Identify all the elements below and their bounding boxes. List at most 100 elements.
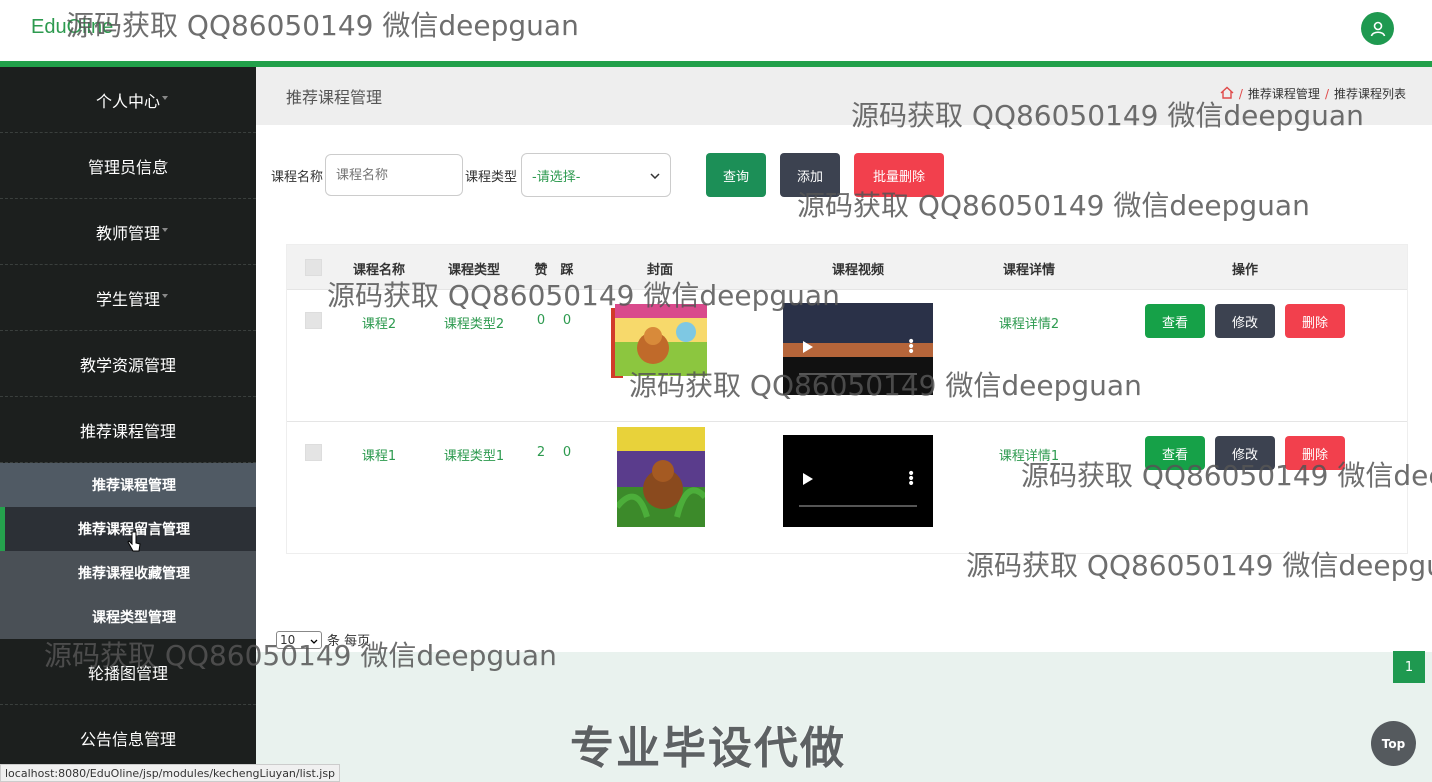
- submenu-item-label: 推荐课程管理: [92, 478, 176, 494]
- query-button[interactable]: 查询: [706, 153, 767, 197]
- breadcrumb-item[interactable]: 推荐课程管理: [1248, 85, 1320, 102]
- chevron-down-icon: [310, 633, 318, 647]
- select-all-checkbox[interactable]: [305, 259, 322, 276]
- column-header: 操作: [1231, 263, 1259, 278]
- submenu-item-course-management[interactable]: 推荐课程管理: [0, 463, 256, 507]
- breadcrumb-separator: /: [1238, 86, 1243, 101]
- video-progress-bar[interactable]: [799, 373, 917, 375]
- batch-delete-button[interactable]: 批量删除: [854, 153, 945, 197]
- delete-button[interactable]: 删除: [1285, 436, 1345, 470]
- page-header: 推荐课程管理 / 推荐课程管理 / 推荐课程列表: [256, 67, 1432, 125]
- sidebar-item-announcements[interactable]: 公告信息管理: [0, 705, 256, 771]
- more-options-icon[interactable]: • • •: [907, 335, 915, 359]
- main-content: 推荐课程管理 / 推荐课程管理 / 推荐课程列表 课程名称 课程类型 -请选择-…: [256, 67, 1432, 782]
- column-header: 课程视频: [831, 263, 885, 278]
- table-row: 课程1 课程类型1 2 0 • • • 课程详情1 查看 修改 删除: [287, 421, 1407, 553]
- chevron-down-icon: [162, 162, 168, 166]
- view-button[interactable]: 查看: [1145, 304, 1205, 338]
- submenu-item-label: 课程类型管理: [92, 610, 176, 626]
- column-header: 课程名称: [352, 263, 406, 278]
- play-icon[interactable]: [803, 473, 813, 485]
- page-size-select[interactable]: 10: [276, 630, 322, 649]
- row-checkbox[interactable]: [305, 444, 322, 461]
- sidebar-item-teachers[interactable]: 教师管理: [0, 199, 256, 265]
- column-header: 封面: [646, 263, 674, 278]
- course-name-cell: 课程2: [361, 317, 397, 332]
- content-panel: 课程名称 课程类型 -请选择- 查询 添加 批量删除 课程名称 课程类型 赞 踩…: [256, 125, 1432, 683]
- page-number-button[interactable]: 1: [1393, 651, 1425, 683]
- home-icon[interactable]: [1220, 86, 1234, 102]
- app-logo[interactable]: EduOline: [31, 16, 113, 39]
- sidebar-item-carousel[interactable]: 轮播图管理: [0, 639, 256, 705]
- row-checkbox[interactable]: [305, 312, 322, 329]
- course-detail-link[interactable]: 课程详情2: [999, 313, 1059, 332]
- more-options-icon[interactable]: • • •: [907, 467, 915, 491]
- sidebar-item-label: 公告信息管理: [79, 729, 176, 749]
- browser-status-url: localhost:8080/EduOline/jsp/modules/kech…: [0, 764, 341, 782]
- page-size-value: 10: [280, 632, 296, 647]
- sidebar-item-label: 教师管理: [95, 223, 160, 243]
- course-type-cell: 课程类型2: [443, 317, 505, 332]
- course-cover-image: [611, 302, 709, 388]
- table-header: 课程名称 课程类型 赞 踩 封面 课程视频 课程详情 操作: [287, 245, 1407, 289]
- course-table: 课程名称 课程类型 赞 踩 封面 课程视频 课程详情 操作 课程2 课程类型2 …: [286, 244, 1408, 554]
- sidebar-item-label: 个人中心: [95, 91, 160, 111]
- page-title: 推荐课程管理: [286, 88, 383, 107]
- sidebar-item-label: 教学资源管理: [79, 355, 176, 375]
- sidebar: 个人中心 管理员信息 教师管理 学生管理 教学资源管理 推荐课程管理 推荐课程管…: [0, 67, 256, 782]
- table-row: 课程2 课程类型2 0 0 • • • 课程详情2 查看 修改 删除: [287, 289, 1407, 421]
- promo-banner-text: 专业毕设代做: [570, 723, 846, 774]
- course-type-select[interactable]: -请选择-: [521, 153, 672, 197]
- edit-button[interactable]: 修改: [1215, 436, 1275, 470]
- per-page-label: 条 每页: [327, 634, 371, 649]
- chevron-down-icon: [162, 294, 168, 298]
- view-button[interactable]: 查看: [1145, 436, 1205, 470]
- course-cover-image: [614, 427, 708, 531]
- chevron-down-icon: [162, 96, 168, 100]
- pagination-size: 10 条 每页: [276, 630, 370, 649]
- column-header: 踩: [560, 263, 574, 278]
- user-avatar-icon[interactable]: [1361, 12, 1394, 45]
- play-icon[interactable]: [803, 341, 813, 353]
- back-to-top-button[interactable]: Top: [1371, 721, 1416, 766]
- delete-button[interactable]: 删除: [1285, 304, 1345, 338]
- submenu-item-course-types[interactable]: 课程类型管理: [0, 595, 256, 639]
- video-progress-bar[interactable]: [799, 505, 917, 507]
- column-header: 赞: [534, 263, 548, 278]
- column-header: 课程类型: [447, 263, 501, 278]
- course-detail-link[interactable]: 课程详情1: [999, 445, 1059, 464]
- sidebar-item-label: 管理员信息: [87, 157, 168, 177]
- sidebar-item-label: 轮播图管理: [87, 663, 168, 683]
- mouse-pointer-icon: [127, 531, 141, 558]
- course-type-label: 课程类型: [465, 169, 518, 185]
- chevron-down-icon: [650, 168, 660, 183]
- sidebar-item-students[interactable]: 学生管理: [0, 265, 256, 331]
- add-button[interactable]: 添加: [780, 153, 841, 197]
- sidebar-item-recommended-courses[interactable]: 推荐课程管理: [0, 397, 256, 463]
- likes-cell: 0: [536, 313, 546, 328]
- course-video-player[interactable]: • • •: [783, 435, 933, 527]
- course-type-selected-value: -请选择-: [532, 169, 581, 185]
- sidebar-item-personal-center[interactable]: 个人中心: [0, 67, 256, 133]
- course-type-cell: 课程类型1: [443, 449, 505, 464]
- sidebar-item-label: 学生管理: [95, 289, 160, 309]
- course-name-input[interactable]: [325, 154, 464, 196]
- edit-button[interactable]: 修改: [1215, 304, 1275, 338]
- chevron-down-icon: [162, 228, 168, 232]
- course-video-player[interactable]: • • •: [783, 303, 933, 395]
- course-name-cell: 课程1: [361, 449, 397, 464]
- sidebar-item-teaching-resources[interactable]: 教学资源管理: [0, 331, 256, 397]
- breadcrumb-item-current: 推荐课程列表: [1333, 87, 1406, 101]
- top-navbar: EduOline: [0, 0, 1432, 61]
- breadcrumb-separator: /: [1324, 86, 1329, 101]
- course-name-label: 课程名称: [271, 169, 324, 185]
- sidebar-item-admin-info[interactable]: 管理员信息: [0, 133, 256, 199]
- likes-cell: 2: [536, 445, 546, 460]
- submenu-item-label: 推荐课程收藏管理: [78, 566, 190, 582]
- column-header: 课程详情: [1002, 263, 1056, 278]
- breadcrumb: / 推荐课程管理 / 推荐课程列表: [1220, 85, 1406, 102]
- sidebar-item-label: 推荐课程管理: [79, 421, 176, 441]
- search-bar: 课程名称 课程类型 -请选择- 查询 添加 批量删除: [271, 153, 945, 197]
- dislikes-cell: 0: [562, 445, 572, 460]
- dislikes-cell: 0: [562, 313, 572, 328]
